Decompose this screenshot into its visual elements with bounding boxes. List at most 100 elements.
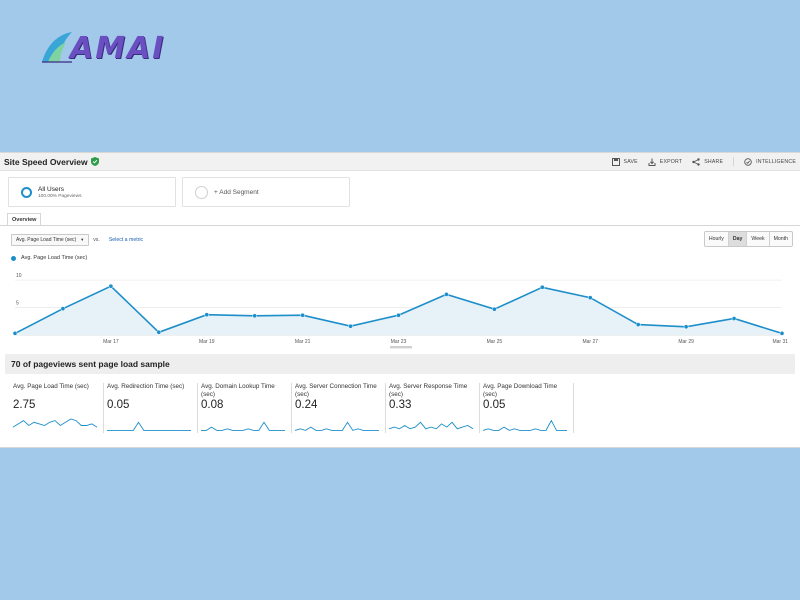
- vs-label: vs.: [93, 237, 100, 243]
- export-label: EXPORT: [659, 158, 683, 165]
- x-tick-label: Mar 17: [103, 339, 119, 345]
- data-point: [539, 284, 545, 290]
- data-point: [587, 295, 593, 301]
- summary-heading: 70 of pageviews sent page load sample: [5, 354, 795, 374]
- report-actions: SAVE EXPORT SHARE INTELLIGENCE: [611, 153, 796, 170]
- data-point: [252, 313, 258, 319]
- metric-dropdown-value: Avg. Page Load Time (sec): [16, 237, 77, 243]
- metric-card-label: Avg. Page Load Time (sec): [13, 383, 89, 390]
- sparkline-path: [388, 421, 474, 430]
- data-point: [204, 312, 210, 318]
- sparkline: [294, 421, 379, 431]
- metric-card-value: 0.05: [483, 399, 506, 411]
- add-segment-button[interactable]: + Add Segment: [182, 177, 350, 207]
- y-tick-label: 10: [16, 273, 22, 279]
- sparkline: [107, 421, 191, 431]
- metric-card-label: Avg. Server Response Time (sec): [389, 383, 468, 398]
- data-point: [108, 283, 114, 289]
- metric-card-label: Avg. Domain Lookup Time (sec): [201, 383, 275, 398]
- sparkline-path: [294, 421, 379, 431]
- metric-card-label: Avg. Redirection Time (sec): [107, 383, 185, 390]
- data-point: [12, 331, 18, 336]
- metric-card-value: 0.33: [389, 399, 412, 411]
- share-icon: [692, 157, 700, 166]
- actions-divider: [733, 157, 735, 166]
- export-icon: [648, 158, 656, 166]
- segment-percentage: 100.00% Pageviews: [38, 194, 82, 199]
- tab-divider: [0, 225, 800, 226]
- data-point: [492, 306, 497, 312]
- metric-card[interactable]: Avg. Page Download Time (sec) 0.05: [480, 383, 574, 433]
- chart-resize-handle: [390, 346, 412, 349]
- metric-card[interactable]: Avg. Server Response Time (sec) 0.33: [386, 383, 480, 433]
- chevron-down-icon: ▼: [80, 237, 85, 242]
- segment-all-users[interactable]: All Users 100.00% Pageviews: [8, 177, 176, 207]
- x-tick-label: Mar 27: [582, 339, 598, 345]
- data-point: [60, 306, 66, 312]
- verified-shield-icon: [90, 157, 99, 166]
- y-tick-label: 5: [16, 301, 19, 307]
- add-segment-label: + Add Segment: [214, 188, 259, 196]
- series-area: [15, 286, 782, 335]
- x-tick-label: Mar 31: [772, 339, 788, 345]
- granularity-month-button[interactable]: Month: [769, 232, 792, 246]
- empty-segment-circle-icon: [195, 185, 208, 199]
- data-point: [683, 324, 689, 330]
- sparkline-path: [201, 421, 285, 431]
- metric-card[interactable]: Avg. Redirection Time (sec) 0.05: [104, 383, 198, 433]
- metric-dropdown[interactable]: Avg. Page Load Time (sec) ▼: [11, 234, 90, 246]
- metric-card-label: Avg. Page Download Time (sec): [483, 383, 558, 398]
- share-label: SHARE: [704, 158, 724, 165]
- metric-card-label: Avg. Server Connection Time (sec): [295, 383, 377, 398]
- save-label: SAVE: [623, 158, 638, 165]
- metric-controls: Avg. Page Load Time (sec) ▼ vs. Select a…: [11, 234, 143, 246]
- page-title: Site Speed Overview: [4, 156, 88, 167]
- intelligence-button[interactable]: INTELLIGENCE: [744, 157, 796, 166]
- page-load-time-chart: 5 10 Mar 17 Mar 19 Mar 21 Mar 23 Mar 25 Mar 27 M…: [12, 273, 788, 349]
- sparkline: [482, 419, 567, 431]
- data-point: [348, 323, 353, 329]
- intelligence-icon: [744, 157, 752, 166]
- x-tick-label: Mar 19: [199, 339, 215, 345]
- granularity-day-button[interactable]: Day: [728, 232, 748, 246]
- export-button[interactable]: EXPORT: [648, 158, 682, 166]
- metric-card[interactable]: Avg. Domain Lookup Time (sec) 0.08: [198, 383, 292, 433]
- data-point: [731, 316, 737, 321]
- x-tick-label: Mar 23: [391, 339, 407, 345]
- legend-label: Avg. Page Load Time (sec): [21, 255, 88, 261]
- data-point: [635, 322, 641, 327]
- legend-dot-icon: [11, 255, 16, 261]
- data-point: [396, 312, 401, 318]
- granularity-week-button[interactable]: Week: [747, 232, 770, 246]
- data-point: [156, 329, 162, 335]
- chart-legend: Avg. Page Load Time (sec): [11, 255, 87, 261]
- granularity-hourly-button[interactable]: Hourly: [704, 232, 729, 246]
- metric-card[interactable]: Avg. Page Load Time (sec) 2.75: [10, 383, 104, 433]
- sparkline-path: [12, 418, 98, 428]
- x-tick-label: Mar 21: [295, 339, 311, 345]
- logo-text: AMAI: [70, 30, 166, 66]
- metric-card-value: 0.05: [107, 399, 130, 411]
- sparkline: [388, 421, 474, 430]
- site-speed-panel: Site Speed Overview SAVE EXPORT SHARE IN…: [0, 152, 800, 448]
- segment-circle-icon: [21, 186, 32, 198]
- metric-cards: Avg. Page Load Time (sec) 2.75 Avg. Redire…: [10, 383, 574, 433]
- metric-card-value: 0.24: [295, 399, 318, 411]
- granularity-toggle: Hourly Day Week Month: [703, 231, 793, 247]
- sparkline: [12, 418, 98, 428]
- report-header: Site Speed Overview SAVE EXPORT SHARE IN…: [0, 153, 800, 171]
- segment-text: All Users 100.00% Pageviews: [38, 185, 81, 199]
- sparkline: [201, 421, 285, 431]
- segment-bar: All Users 100.00% Pageviews + Add Segmen…: [8, 177, 350, 207]
- metric-card[interactable]: Avg. Server Connection Time (sec) 0.24: [292, 383, 386, 433]
- x-tick-label: Mar 29: [678, 339, 694, 345]
- save-button[interactable]: SAVE: [611, 157, 638, 166]
- data-point: [779, 331, 785, 336]
- save-icon: [611, 157, 620, 166]
- sparkline-path: [482, 419, 567, 431]
- metric-card-value: 2.75: [13, 399, 36, 411]
- share-button[interactable]: SHARE: [692, 157, 724, 166]
- data-point: [300, 312, 305, 318]
- logo: AMAI: [38, 28, 178, 68]
- select-metric-link[interactable]: Select a metric: [109, 237, 143, 243]
